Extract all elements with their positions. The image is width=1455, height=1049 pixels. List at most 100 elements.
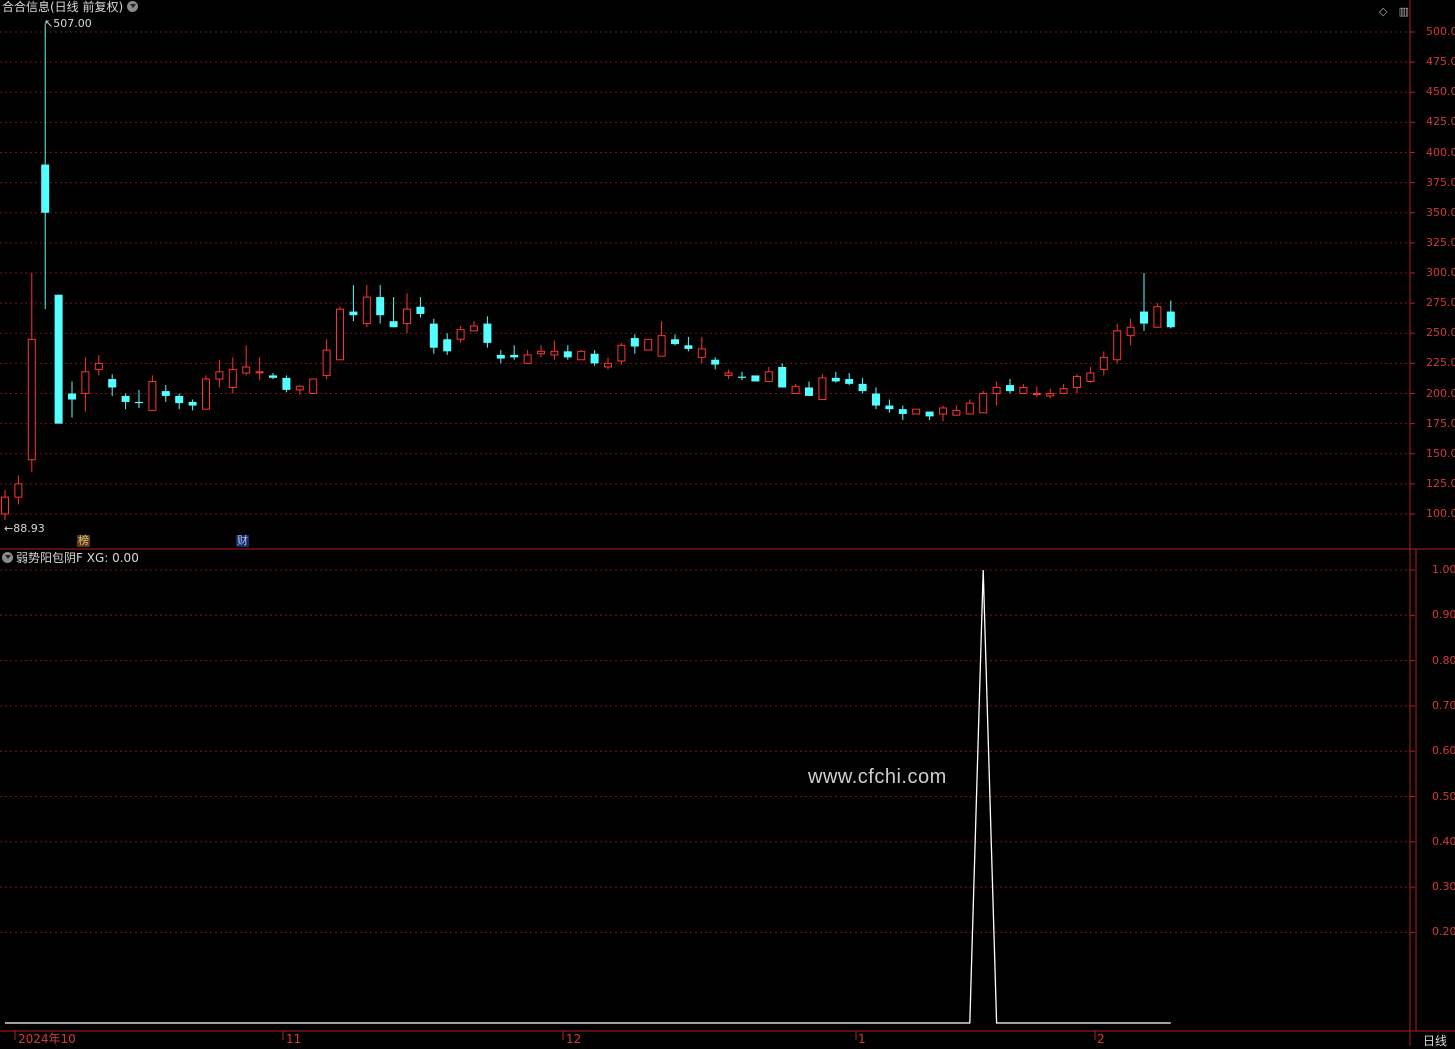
candle-body [41, 164, 50, 213]
candle-body [403, 308, 411, 325]
candle-body [362, 296, 371, 325]
candle-body [898, 409, 907, 414]
indicator-y-label: 0.40 [1432, 834, 1455, 848]
candle [1140, 273, 1148, 331]
candle [885, 399, 894, 413]
indicator-y-label: 0.20 [1432, 925, 1455, 939]
indicator-dropdown-icon[interactable] [2, 552, 13, 563]
candle [322, 339, 331, 380]
indicator-y-label: 0.60 [1432, 744, 1455, 758]
candle [1099, 351, 1108, 376]
candle-body [1113, 330, 1122, 361]
candle-body [148, 380, 157, 411]
candle [483, 316, 492, 348]
rank-badge[interactable]: 榜 [77, 535, 90, 547]
candle [523, 350, 532, 364]
candle [295, 385, 304, 395]
candle-body [1059, 388, 1068, 394]
candle-body [791, 385, 800, 394]
candle [202, 375, 210, 410]
candle-body [135, 401, 143, 404]
candle-body [1099, 356, 1108, 370]
candle-body [416, 306, 425, 314]
candle-body [1166, 311, 1175, 328]
candle-body [979, 393, 988, 414]
candle [684, 336, 693, 352]
indicator-y-label: 0.70 [1432, 698, 1455, 712]
candle-body [94, 362, 103, 370]
candle [724, 369, 733, 380]
candle [604, 357, 612, 370]
candle-body [443, 339, 452, 352]
candle-body [1140, 311, 1148, 324]
main-grid [0, 31, 1415, 515]
candle [416, 297, 425, 318]
candle [188, 399, 197, 411]
candle [228, 357, 237, 394]
candle-body [644, 338, 653, 351]
candle-body [108, 379, 117, 388]
candle-body [671, 339, 679, 345]
candle [778, 363, 787, 388]
candle [1086, 366, 1095, 383]
finance-badge[interactable]: 财 [236, 535, 249, 547]
candle-body [1, 496, 9, 515]
candle-body [81, 371, 90, 394]
main-y-label: 325.00 [1426, 235, 1455, 249]
candle [697, 336, 706, 364]
candle [818, 374, 827, 401]
candle-body [1086, 372, 1095, 382]
candle-body [483, 323, 492, 343]
candle-body [376, 297, 385, 316]
main-y-label: 450.00 [1426, 85, 1455, 99]
candle [939, 405, 947, 422]
candle-body [550, 350, 559, 356]
candle [1, 489, 9, 521]
candle-body [242, 366, 251, 374]
candle [1046, 388, 1055, 399]
candle [644, 338, 653, 351]
chart-canvas[interactable] [0, 0, 1455, 1046]
main-y-label: 375.00 [1426, 175, 1455, 189]
candle [309, 378, 318, 395]
high-marker: ↖507.00 [44, 17, 92, 30]
candle [738, 371, 746, 381]
main-y-label: 250.00 [1426, 326, 1455, 340]
candle [1153, 303, 1162, 328]
candle-body [161, 391, 170, 396]
candle [94, 354, 103, 376]
candle-body [456, 329, 465, 340]
candle-body [349, 311, 358, 316]
candle [456, 326, 465, 343]
candle-body [470, 325, 478, 332]
main-y-label: 425.00 [1426, 115, 1455, 129]
candle-body [1153, 306, 1162, 328]
candle [979, 391, 988, 414]
indicator-grid [0, 569, 1415, 933]
main-y-label: 150.00 [1426, 446, 1455, 460]
candle-body [282, 377, 291, 390]
x-label-oct: 2024年10 [18, 1032, 76, 1046]
candle [550, 340, 559, 360]
candle [845, 373, 854, 386]
candle [1126, 318, 1135, 346]
candle [1006, 379, 1014, 394]
candle [336, 306, 344, 361]
main-y-label: 400.00 [1426, 145, 1455, 159]
candle [41, 23, 50, 310]
candle [108, 374, 117, 396]
main-y-label: 175.00 [1426, 416, 1455, 430]
candle [121, 393, 130, 410]
watermark: www.cfchi.com [808, 766, 947, 788]
candle-body [228, 368, 237, 388]
candle [376, 285, 385, 324]
main-y-label: 500.00 [1426, 25, 1455, 38]
candle [992, 381, 1001, 406]
candle [1166, 300, 1175, 329]
candle [577, 350, 586, 361]
candle-body [724, 372, 733, 376]
candle [81, 357, 90, 412]
candle [831, 371, 840, 383]
chart-frame [0, 0, 1455, 1046]
period-tab[interactable]: 日线 [1423, 1032, 1447, 1049]
